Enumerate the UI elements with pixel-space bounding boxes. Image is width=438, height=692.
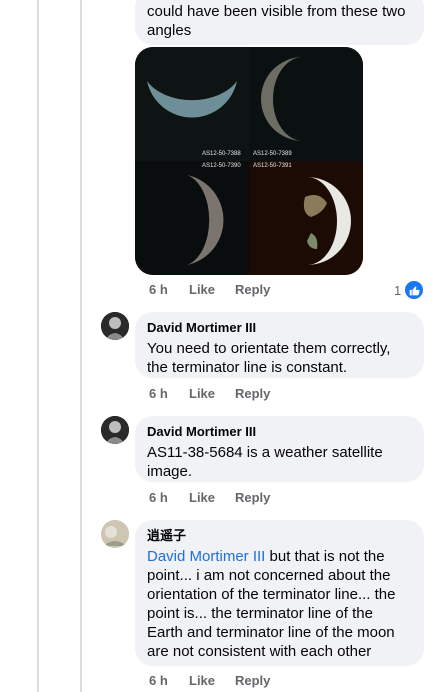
comment-meta: 6 h Like Reply — [149, 490, 270, 505]
comment-meta: 6 h Like Reply — [149, 673, 270, 688]
avatar[interactable] — [101, 416, 129, 444]
comment-bubble: David Mortimer III You need to orientate… — [135, 312, 424, 378]
mention-link[interactable]: David Mortimer III — [147, 548, 265, 565]
comment-time[interactable]: 6 h — [149, 490, 189, 505]
comment-time[interactable]: 6 h — [149, 673, 189, 688]
like-reaction-icon — [404, 280, 425, 300]
photo-label-1: AS12-50-7388 — [202, 151, 241, 157]
person-avatar-icon — [101, 416, 129, 444]
comment-text: could have been visible from these two a… — [147, 3, 406, 39]
person-avatar-icon — [101, 312, 129, 340]
like-button[interactable]: Like — [189, 386, 235, 401]
like-button[interactable]: Like — [189, 673, 235, 688]
comment-meta: 6 h Like Reply — [149, 282, 270, 297]
photo-label-3: AS12-50-7390 — [202, 163, 241, 169]
comment-author[interactable]: 逍遥子 — [147, 528, 412, 544]
photo-label-4: AS12-50-7391 — [253, 163, 292, 169]
reaction-summary[interactable]: 1 — [394, 280, 425, 300]
reaction-count: 1 — [394, 282, 402, 298]
reply-button[interactable]: Reply — [235, 490, 270, 505]
avatar[interactable] — [101, 520, 129, 548]
reply-button[interactable]: Reply — [235, 673, 270, 688]
moon-earth-collage — [135, 47, 363, 275]
comment-photo[interactable]: AS12-50-7388 AS12-50-7389 AS12-50-7390 A… — [135, 47, 363, 275]
thread-line-inner — [80, 0, 82, 692]
like-button[interactable]: Like — [189, 282, 235, 297]
comment-bubble: 逍遥子 David Mortimer III but that is not t… — [135, 520, 424, 666]
comment-text: AS11-38-5684 is a weather satellite imag… — [147, 444, 383, 480]
comment-time[interactable]: 6 h — [149, 386, 189, 401]
comment-author[interactable]: David Mortimer III — [147, 424, 412, 440]
comment-meta: 6 h Like Reply — [149, 386, 270, 401]
avatar[interactable] — [101, 312, 129, 340]
comment-bubble: David Mortimer III AS11-38-5684 is a wea… — [135, 416, 424, 482]
comment-text: You need to orientate them correctly, th… — [147, 340, 391, 376]
comment-text: David Mortimer III but that is not the p… — [147, 547, 412, 661]
photo-label-2: AS12-50-7389 — [253, 151, 292, 157]
thread-line-outer — [37, 0, 39, 692]
comment-author[interactable]: David Mortimer III — [147, 320, 412, 336]
thumbs-up-icon — [409, 285, 420, 295]
comment-bubble-top: could have been visible from these two a… — [135, 0, 424, 45]
like-button[interactable]: Like — [189, 490, 235, 505]
reply-button[interactable]: Reply — [235, 386, 270, 401]
person-avatar-icon — [101, 520, 129, 548]
reply-button[interactable]: Reply — [235, 282, 270, 297]
comment-time[interactable]: 6 h — [149, 282, 189, 297]
